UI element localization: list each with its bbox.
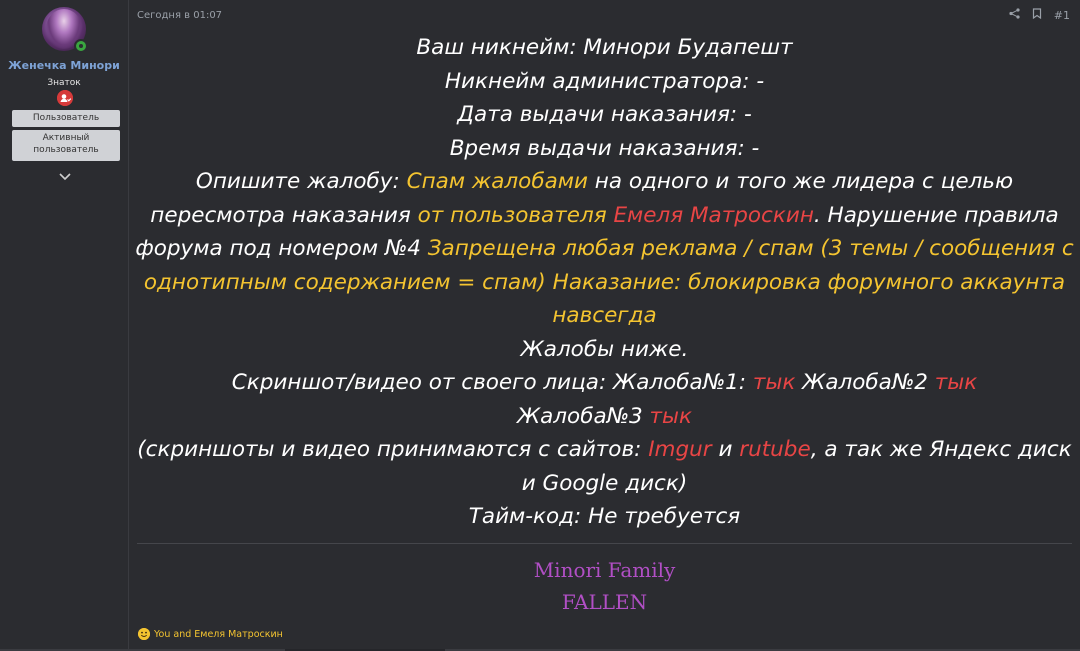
evidence-link-1[interactable]: тык — [753, 370, 796, 395]
punishment-time-line: Время выдачи наказания: - — [449, 135, 760, 161]
post-timestamp[interactable]: Сегодня в 01:07 — [137, 10, 222, 21]
post-tools: #1 — [1009, 8, 1070, 22]
upload-sites-note: (скриншоты и видео принимаются с сайтов:… — [137, 437, 1072, 496]
post-content: Ваш никнейм: Минори Будапешт Никнейм адм… — [129, 31, 1080, 534]
online-status-icon — [74, 39, 88, 53]
admin-nickname-line: Никнейм администратора: - — [444, 68, 765, 94]
signature-divider — [137, 543, 1072, 544]
evidence-link-2[interactable]: тык — [935, 370, 978, 395]
reaction-emoji-icon — [138, 628, 150, 640]
punishment-date-line: Дата выдачи наказания: - — [457, 102, 752, 127]
evidence-link-3[interactable]: тык — [650, 404, 693, 429]
nickname-line: Ваш никнейм: Минори Будапешт — [416, 35, 793, 60]
username[interactable]: Женечка Минори — [0, 59, 128, 72]
evidence-line: Скриншот/видео от своего лица: Жалоба№1:… — [231, 370, 978, 429]
user-title: Знаток — [47, 78, 81, 88]
post-body: Сегодня в 01:07 #1 Ваш никнейм: Минори Б… — [129, 0, 1080, 651]
bookmark-icon[interactable] — [1032, 8, 1042, 22]
complaint-description: Опишите жалобу: Спам жалобами на одного … — [135, 169, 1074, 328]
reactions-bar[interactable]: You and Емеля Матроскин — [138, 628, 283, 640]
signature-line-2: FALLEN — [561, 590, 648, 614]
chevron-down-icon[interactable] — [57, 170, 73, 186]
role-badge-active-user: Активный пользователь — [12, 130, 120, 161]
signature-line-1: Minori Family — [533, 558, 676, 582]
rutube-link[interactable]: rutube — [739, 437, 810, 462]
timecode-line: Тайм-код: Не требуется — [468, 504, 741, 529]
user-sidebar: Женечка Минори Знаток Пользователь Актив… — [0, 0, 129, 651]
share-icon[interactable] — [1009, 8, 1020, 22]
avatar[interactable] — [42, 7, 88, 53]
user-badge-icon[interactable] — [57, 90, 73, 106]
reactions-text[interactable]: You and Емеля Матроскин — [154, 629, 283, 640]
complaints-below-line: Жалобы ниже. — [520, 336, 689, 362]
imgur-link[interactable]: Imgur — [648, 437, 711, 462]
role-badge-user: Пользователь — [12, 110, 120, 127]
post-number[interactable]: #1 — [1054, 9, 1070, 22]
